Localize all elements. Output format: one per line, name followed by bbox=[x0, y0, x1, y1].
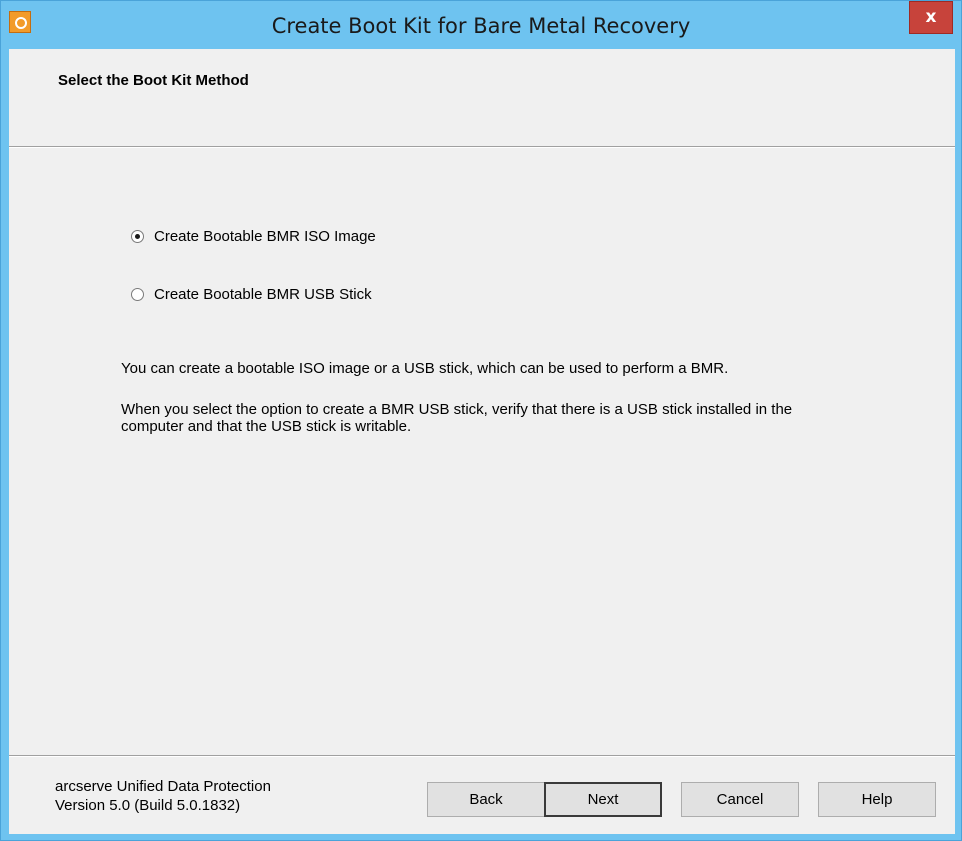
option-usb-stick[interactable]: Create Bootable BMR USB Stick bbox=[131, 286, 372, 303]
dialog-client-area: Select the Boot Kit Method Create Bootab… bbox=[9, 49, 955, 834]
window-title: Create Boot Kit for Bare Metal Recovery bbox=[271, 14, 691, 38]
page-heading: Select the Boot Kit Method bbox=[58, 72, 249, 89]
cancel-button[interactable]: Cancel bbox=[681, 782, 799, 817]
product-version: Version 5.0 (Build 5.0.1832) bbox=[55, 797, 241, 814]
description-text-1: You can create a bootable ISO image or a… bbox=[121, 360, 729, 377]
footer-separator bbox=[9, 755, 955, 757]
dialog-window: Create Boot Kit for Bare Metal Recovery … bbox=[0, 0, 962, 841]
close-button[interactable]: x bbox=[909, 1, 953, 34]
description-text-2: When you select the option to create a B… bbox=[121, 401, 793, 435]
help-button[interactable]: Help bbox=[818, 782, 936, 817]
back-button[interactable]: Back bbox=[427, 782, 545, 817]
product-info: arcserve Unified Data Protection Version… bbox=[55, 777, 271, 815]
next-button[interactable]: Next bbox=[544, 782, 662, 817]
option-iso-image[interactable]: Create Bootable BMR ISO Image bbox=[131, 228, 376, 245]
radio-iso-image[interactable] bbox=[131, 230, 144, 243]
radio-usb-stick[interactable] bbox=[131, 288, 144, 301]
option-iso-image-label[interactable]: Create Bootable BMR ISO Image bbox=[154, 228, 376, 245]
header-separator bbox=[9, 146, 955, 148]
title-bar[interactable]: Create Boot Kit for Bare Metal Recovery … bbox=[1, 1, 961, 49]
option-usb-stick-label[interactable]: Create Bootable BMR USB Stick bbox=[154, 286, 372, 303]
product-name: arcserve Unified Data Protection bbox=[55, 778, 271, 795]
